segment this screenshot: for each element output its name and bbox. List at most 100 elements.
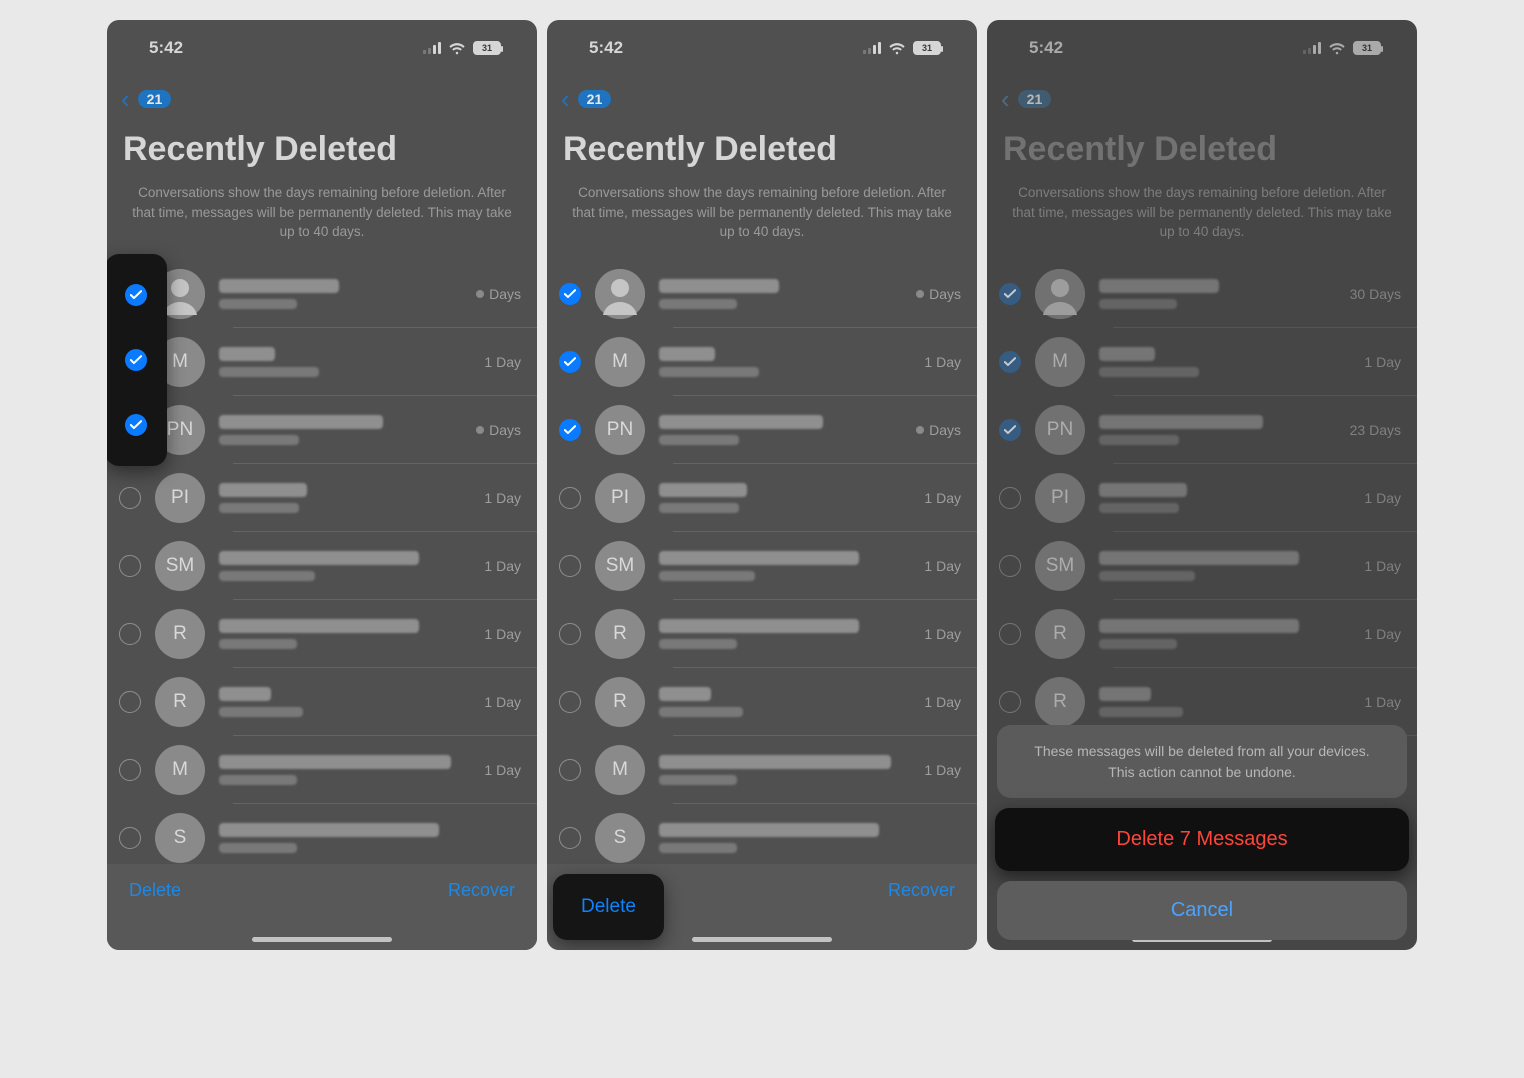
days-remaining: 1 Day (918, 490, 961, 506)
conversation-info (659, 483, 904, 513)
select-checkbox[interactable] (559, 623, 581, 645)
conversation-row[interactable]: M 1 Day (547, 328, 977, 396)
conversation-row[interactable]: SM 1 Day (107, 532, 537, 600)
select-checkbox[interactable] (559, 351, 581, 373)
days-remaining: 1 Day (1358, 626, 1401, 642)
days-remaining: Days (470, 422, 521, 438)
conversation-info (659, 279, 896, 309)
conversation-name-redacted (219, 347, 275, 361)
recover-button[interactable]: Recover (448, 880, 515, 901)
delete-button[interactable]: Delete (129, 880, 181, 901)
status-time: 5:42 (1029, 38, 1063, 58)
conversation-row[interactable]: S (107, 804, 537, 872)
conversation-row[interactable]: PN Days (547, 396, 977, 464)
recover-button[interactable]: Recover (888, 880, 955, 901)
conversation-info (1099, 415, 1330, 445)
confirm-delete-button[interactable]: Delete 7 Messages (995, 808, 1409, 871)
conversation-sub-redacted (1099, 571, 1195, 581)
conversation-sub-redacted (659, 435, 739, 445)
conversation-info (1099, 347, 1344, 377)
conversation-row[interactable]: PN 23 Days (987, 396, 1417, 464)
cancel-button[interactable]: Cancel (997, 881, 1407, 940)
select-checkbox[interactable] (559, 487, 581, 509)
conversation-sub-redacted (1099, 503, 1179, 513)
select-checkbox[interactable] (999, 351, 1021, 373)
select-checkbox[interactable] (119, 487, 141, 509)
select-checkbox[interactable] (559, 759, 581, 781)
days-remaining: 1 Day (918, 762, 961, 778)
avatar: R (155, 677, 205, 727)
select-checkbox[interactable] (119, 691, 141, 713)
select-checkbox[interactable] (125, 414, 147, 436)
conversation-info (219, 823, 501, 853)
conversation-row[interactable]: R 1 Day (547, 668, 977, 736)
select-checkbox[interactable] (999, 419, 1021, 441)
conversation-row[interactable]: S (547, 804, 977, 872)
conversation-name-redacted (219, 823, 439, 837)
select-checkbox[interactable] (999, 283, 1021, 305)
conversation-info (219, 279, 456, 309)
conversation-name-redacted (1099, 415, 1263, 429)
select-checkbox[interactable] (999, 623, 1021, 645)
select-checkbox[interactable] (559, 691, 581, 713)
select-checkbox[interactable] (119, 555, 141, 577)
select-checkbox[interactable] (999, 691, 1021, 713)
avatar: SM (595, 541, 645, 591)
select-checkbox[interactable] (119, 759, 141, 781)
conversation-name-redacted (1099, 347, 1155, 361)
select-checkbox[interactable] (559, 283, 581, 305)
status-bar: 5:42 31 (987, 20, 1417, 76)
nav-back[interactable]: ‹ 21 (107, 76, 537, 118)
action-sheet-message: These messages will be deleted from all … (997, 725, 1407, 798)
conversation-sub-redacted (219, 639, 297, 649)
conversation-sub-redacted (219, 367, 319, 377)
select-checkbox[interactable] (999, 487, 1021, 509)
conversation-row[interactable]: M 1 Day (107, 736, 537, 804)
select-checkbox[interactable] (125, 284, 147, 306)
select-checkbox[interactable] (119, 623, 141, 645)
conversation-sub-redacted (659, 503, 739, 513)
days-remaining: 1 Day (1358, 694, 1401, 710)
conversation-list: Days M 1 Day PN Days PI (547, 260, 977, 872)
callout-delete-button[interactable]: Delete (553, 874, 664, 940)
panel-3-confirm-sheet: 5:42 31 ‹ 21 Recently Deleted Conversati… (987, 20, 1417, 950)
conversation-name-redacted (659, 551, 859, 565)
select-checkbox[interactable] (119, 827, 141, 849)
select-checkbox[interactable] (559, 555, 581, 577)
cellular-signal-icon (863, 42, 881, 54)
conversation-row[interactable]: R 1 Day (987, 600, 1417, 668)
conversation-sub-redacted (219, 571, 315, 581)
select-checkbox[interactable] (125, 349, 147, 371)
select-checkbox[interactable] (559, 827, 581, 849)
select-checkbox[interactable] (999, 555, 1021, 577)
days-remaining: 1 Day (918, 354, 961, 370)
conversation-row[interactable]: SM 1 Day (987, 532, 1417, 600)
conversation-row[interactable]: PN Days (107, 396, 537, 464)
conversation-info (219, 551, 464, 581)
conversation-info (659, 415, 896, 445)
conversation-sub-redacted (659, 707, 743, 717)
conversation-info (219, 755, 464, 785)
conversation-row[interactable]: PI 1 Day (547, 464, 977, 532)
conversation-row[interactable]: Days (107, 260, 537, 328)
conversation-row[interactable]: 30 Days (987, 260, 1417, 328)
conversation-row[interactable]: M 1 Day (547, 736, 977, 804)
select-checkbox[interactable] (559, 419, 581, 441)
conversation-sub-redacted (659, 571, 755, 581)
conversation-row[interactable]: M 1 Day (987, 328, 1417, 396)
conversation-row[interactable]: Days (547, 260, 977, 328)
callout-selected-checks (107, 254, 167, 466)
conversation-info (219, 619, 464, 649)
conversation-row[interactable]: R 1 Day (547, 600, 977, 668)
conversation-row[interactable]: R 1 Day (107, 600, 537, 668)
nav-back[interactable]: ‹ 21 (547, 76, 977, 118)
nav-back[interactable]: ‹ 21 (987, 76, 1417, 118)
conversation-row[interactable]: PI 1 Day (107, 464, 537, 532)
conversation-name-redacted (1099, 483, 1187, 497)
conversation-row[interactable]: PI 1 Day (987, 464, 1417, 532)
conversation-name-redacted (219, 551, 419, 565)
conversation-row[interactable]: M 1 Day (107, 328, 537, 396)
conversation-row[interactable]: R 1 Day (107, 668, 537, 736)
conversation-name-redacted (659, 347, 715, 361)
conversation-row[interactable]: SM 1 Day (547, 532, 977, 600)
